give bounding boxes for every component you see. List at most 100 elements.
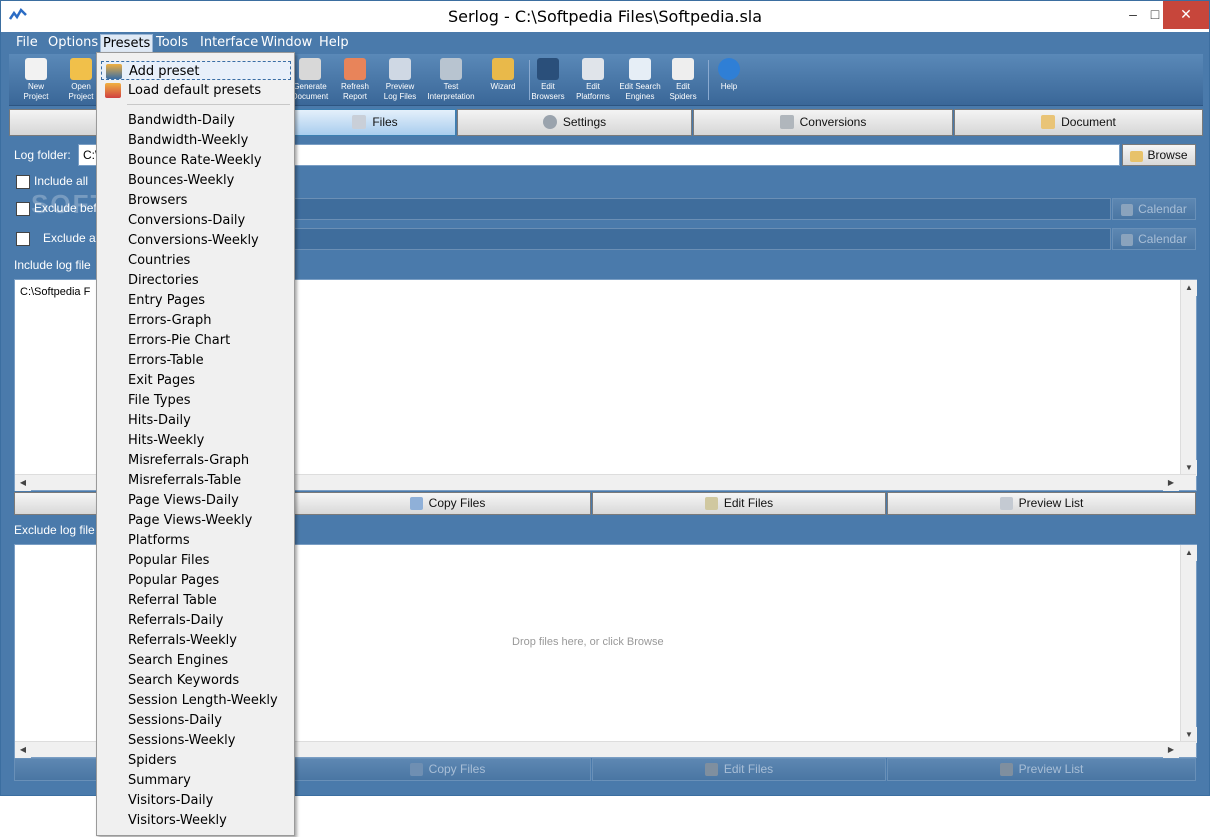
preset-menu-item[interactable]: Platforms xyxy=(128,531,293,551)
preset-menu-item[interactable]: Exit Pages xyxy=(128,371,293,391)
help-button[interactable]: Help xyxy=(707,56,751,104)
preview-list-icon xyxy=(999,497,1013,510)
preset-menu-item[interactable]: Errors-Pie Chart xyxy=(128,331,293,351)
tab-document[interactable]: Document xyxy=(954,109,1203,136)
edit-files-icon xyxy=(704,763,718,776)
presets-dropdown-menu: Add preset Load default presets Bandwidt… xyxy=(96,52,295,836)
exclude-before-checkbox[interactable] xyxy=(16,202,30,216)
preset-menu-item[interactable]: Search Keywords xyxy=(128,671,293,691)
preset-menu-item[interactable]: Bounces-Weekly xyxy=(128,171,293,191)
edit-files-button[interactable]: Edit Files xyxy=(592,758,886,781)
title-bar: Serlog - C:\Softpedia Files\Softpedia.sl… xyxy=(1,1,1209,32)
document-icon xyxy=(1041,115,1056,129)
browse-button[interactable]: Browse xyxy=(1122,144,1196,166)
preset-menu-item[interactable]: Search Engines xyxy=(128,651,293,671)
load-default-presets-menu-item[interactable]: Load default presets xyxy=(101,81,291,100)
scroll-up-icon[interactable]: ▲ xyxy=(1181,545,1197,561)
preset-menu-item[interactable]: Misreferrals-Graph xyxy=(128,451,293,471)
preset-menu-item[interactable]: Bandwidth-Daily xyxy=(128,111,293,131)
preset-menu-item[interactable]: Errors-Table xyxy=(128,351,293,371)
preset-menu-item[interactable]: Page Views-Weekly xyxy=(128,511,293,531)
preset-menu-item[interactable]: Page Views-Daily xyxy=(128,491,293,511)
preset-menu-item[interactable]: Directories xyxy=(128,271,293,291)
menu-separator xyxy=(127,104,290,105)
preset-menu-item[interactable]: Referrals-Weekly xyxy=(128,631,293,651)
exclude-after-date-input[interactable] xyxy=(288,228,1111,250)
preset-menu-item[interactable]: Countries xyxy=(128,251,293,271)
new-project-button[interactable]: New Project xyxy=(14,56,58,104)
preset-menu-item[interactable]: Popular Files xyxy=(128,551,293,571)
list-item[interactable]: C:\Softpedia F xyxy=(20,286,90,298)
edit-platforms-button[interactable]: Edit Platforms xyxy=(571,56,615,104)
menu-tools[interactable]: Tools xyxy=(154,34,190,51)
preset-menu-item[interactable]: Sessions-Weekly xyxy=(128,731,293,751)
test-interpretation-button[interactable]: Test Interpretation xyxy=(423,56,479,104)
preview-log-files-icon xyxy=(389,58,411,80)
calendar-icon xyxy=(1121,204,1134,216)
add-preset-menu-item[interactable]: Add preset xyxy=(101,61,291,80)
edit-spiders-button[interactable]: Edit Spiders xyxy=(661,56,705,104)
preset-menu-item[interactable]: Conversions-Weekly xyxy=(128,231,293,251)
calendar-button[interactable]: Calendar xyxy=(1112,228,1196,250)
vertical-scrollbar[interactable]: ▲ ▼ xyxy=(1180,280,1197,476)
preview-list-button[interactable]: Preview List xyxy=(887,758,1196,781)
preset-menu-item[interactable]: Popular Pages xyxy=(128,571,293,591)
preview-list-button[interactable]: Preview List xyxy=(887,492,1196,515)
wizard-icon xyxy=(492,58,514,80)
generate-document-icon xyxy=(299,58,321,80)
edit-files-button[interactable]: Edit Files xyxy=(592,492,886,515)
scroll-up-icon[interactable]: ▲ xyxy=(1181,280,1197,296)
edit-search-engines-button[interactable]: Edit Search Engines xyxy=(615,56,665,104)
preset-menu-item[interactable]: Bounce Rate-Weekly xyxy=(128,151,293,171)
preset-menu-item[interactable]: Referrals-Daily xyxy=(128,611,293,631)
menu-window[interactable]: Window xyxy=(259,34,314,51)
include-all-checkbox[interactable] xyxy=(16,175,30,189)
preset-menu-item[interactable]: Entry Pages xyxy=(128,291,293,311)
menu-file[interactable]: File xyxy=(14,34,40,51)
preset-menu-item[interactable]: Bandwidth-Weekly xyxy=(128,131,293,151)
calendar-icon xyxy=(1121,234,1134,246)
preset-menu-item[interactable]: Visitors-Daily xyxy=(128,791,293,811)
calendar-button[interactable]: Calendar xyxy=(1112,198,1196,220)
wizard-button[interactable]: Wizard xyxy=(481,56,525,104)
preset-menu-item[interactable]: Referral Table xyxy=(128,591,293,611)
test-interpretation-icon xyxy=(440,58,462,80)
menu-options[interactable]: Options xyxy=(46,34,100,51)
close-button[interactable]: ✕ xyxy=(1163,1,1209,29)
tab-settings[interactable]: Settings xyxy=(457,109,692,136)
files-icon xyxy=(352,115,367,129)
scroll-right-icon[interactable]: ▶ xyxy=(1163,475,1179,491)
load-default-presets-icon xyxy=(105,83,121,98)
menu-help[interactable]: Help xyxy=(317,34,351,51)
preset-menu-item[interactable]: Hits-Weekly xyxy=(128,431,293,451)
exclude-before-date-input[interactable] xyxy=(288,198,1111,220)
tab-files[interactable]: Files xyxy=(294,109,456,136)
refresh-report-button[interactable]: Refresh Report xyxy=(333,56,377,104)
scroll-left-icon[interactable]: ◀ xyxy=(15,475,31,491)
include-all-label: Include all xyxy=(34,174,89,188)
scroll-right-icon[interactable]: ▶ xyxy=(1163,742,1179,758)
menu-presets[interactable]: Presets xyxy=(100,34,154,53)
preset-menu-item[interactable]: Errors-Graph xyxy=(128,311,293,331)
exclude-log-files-label: Exclude log file xyxy=(14,523,95,537)
tab-conversions[interactable]: Conversions xyxy=(693,109,953,136)
preset-menu-item[interactable]: Summary xyxy=(128,771,293,791)
preset-menu-item[interactable]: Misreferrals-Table xyxy=(128,471,293,491)
vertical-scrollbar[interactable]: ▲ ▼ xyxy=(1180,545,1197,743)
preset-menu-item[interactable]: Hits-Daily xyxy=(128,411,293,431)
preset-menu-item[interactable]: File Types xyxy=(128,391,293,411)
scroll-left-icon[interactable]: ◀ xyxy=(15,742,31,758)
preset-menu-item[interactable]: Visitors-Weekly xyxy=(128,811,293,831)
preset-menu-item[interactable]: Sessions-Daily xyxy=(128,711,293,731)
open-project-icon xyxy=(70,58,92,80)
preset-menu-item[interactable]: Session Length-Weekly xyxy=(128,691,293,711)
preset-menu-item[interactable]: Spiders xyxy=(128,751,293,771)
exclude-after-checkbox[interactable] xyxy=(16,232,30,246)
menu-interface[interactable]: Interface xyxy=(198,34,260,51)
edit-browsers-button[interactable]: Edit Browsers xyxy=(526,56,570,104)
preset-menu-item[interactable]: Browsers xyxy=(128,191,293,211)
tab-hidden[interactable] xyxy=(9,109,101,136)
preset-menu-item[interactable]: Conversions-Daily xyxy=(128,211,293,231)
preview-log-files-button[interactable]: Preview Log Files xyxy=(378,56,422,104)
edit-files-icon xyxy=(704,497,718,510)
